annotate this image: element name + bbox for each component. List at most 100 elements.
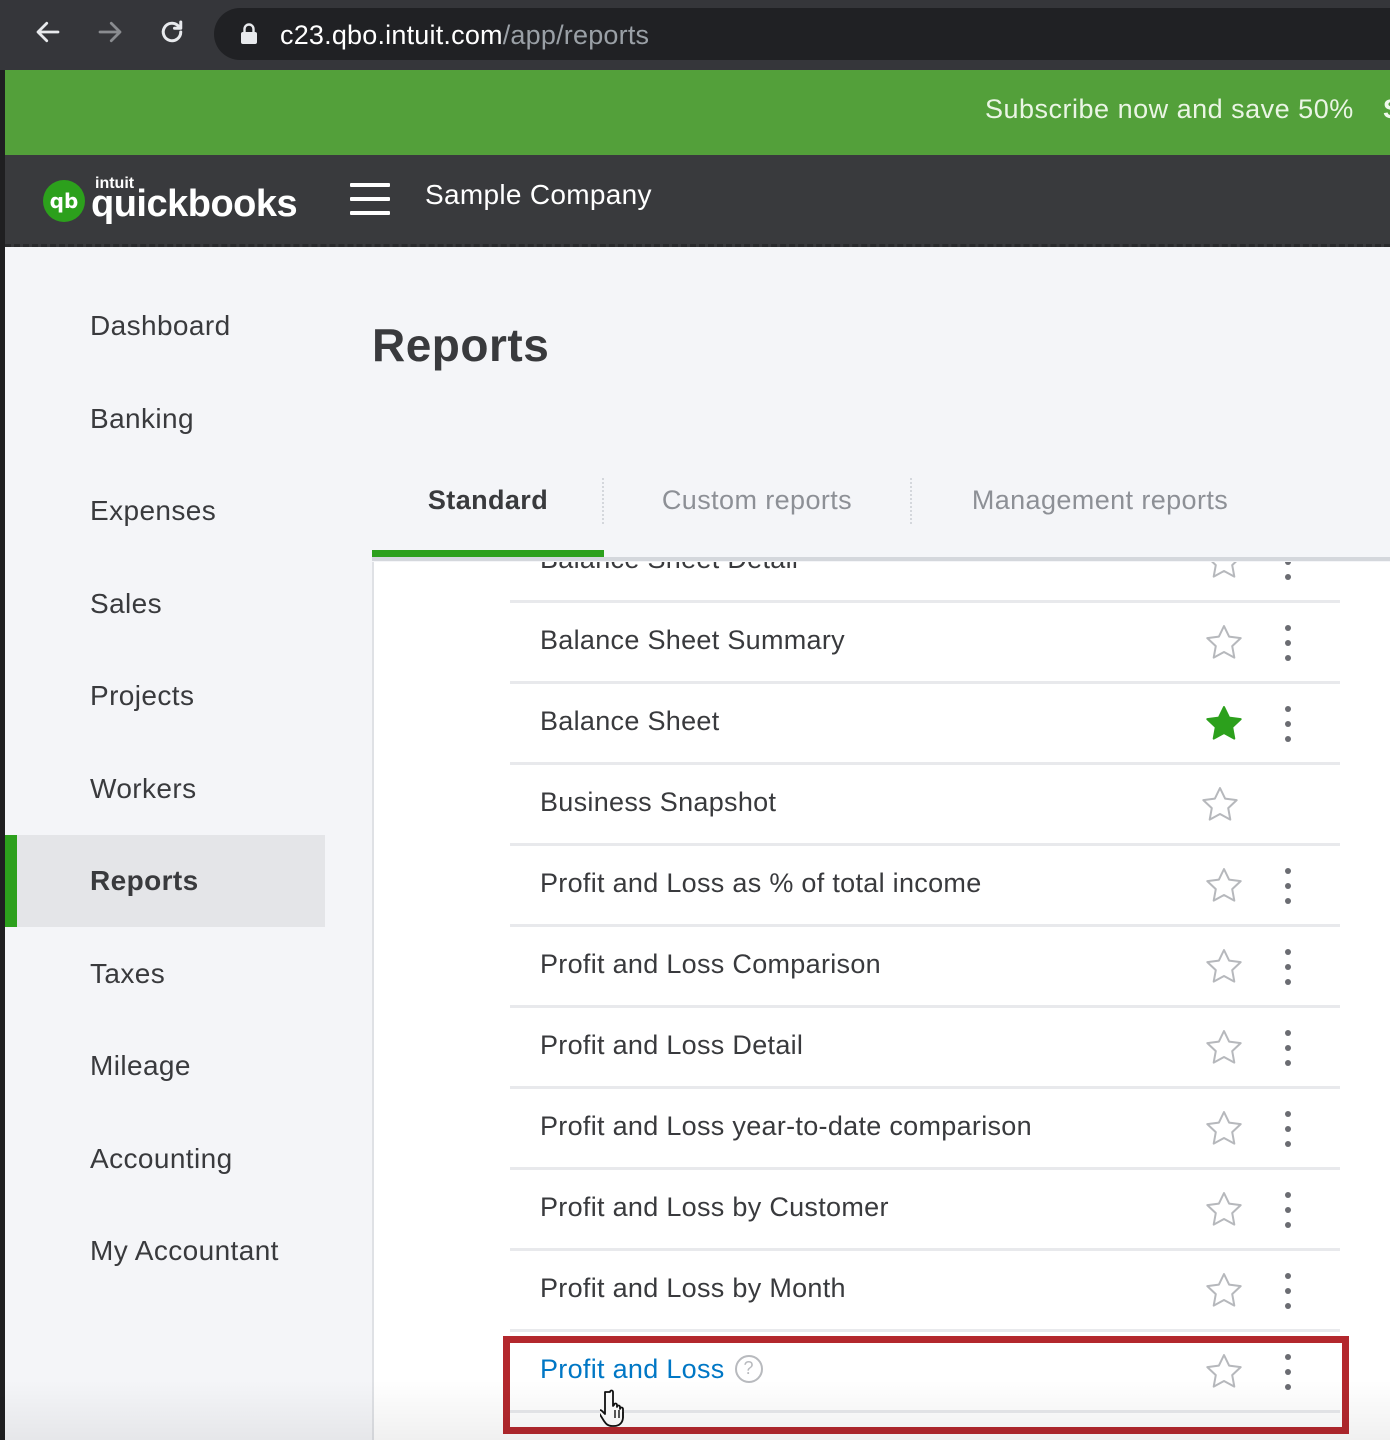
star-icon[interactable]: [1200, 785, 1240, 825]
star-icon[interactable]: [1204, 1190, 1244, 1230]
sidebar-item-label: Reports: [90, 865, 199, 896]
report-label[interactable]: Balance Sheet: [540, 706, 720, 737]
report-label[interactable]: Business Snapshot: [540, 787, 776, 818]
arrow-left-icon: [36, 21, 60, 43]
report-name: Profit and Loss as % of total income: [540, 868, 982, 898]
address-bar[interactable]: c23.qbo.intuit.com/app/reports: [214, 8, 1390, 60]
tab-management-reports[interactable]: Management reports: [932, 470, 1268, 530]
sidebar-item-label: Taxes: [90, 958, 166, 989]
more-options-icon[interactable]: [1284, 949, 1292, 985]
promo-extra-text[interactable]: S: [1383, 94, 1390, 125]
report-row[interactable]: Profit and Loss year-to-date comparison: [510, 1089, 1340, 1170]
sidebar-item-taxes[interactable]: Taxes: [5, 928, 325, 1020]
url-host: c23.qbo.intuit.com: [280, 20, 503, 50]
report-label[interactable]: Profit and Loss year-to-date comparison: [540, 1111, 1032, 1142]
report-row[interactable]: Profit and Loss as % of total income: [510, 846, 1340, 927]
more-options-icon[interactable]: [1284, 1030, 1292, 1066]
sidebar-item-expenses[interactable]: Expenses: [5, 465, 325, 557]
report-row[interactable]: Profit and Loss by Month: [510, 1251, 1340, 1332]
menu-icon[interactable]: [350, 183, 390, 215]
report-label[interactable]: Balance Sheet Summary: [540, 625, 845, 656]
sidebar-item-accounting[interactable]: Accounting: [5, 1113, 325, 1205]
quickbooks-logo[interactable]: qb intuit quickbooks: [43, 175, 298, 225]
report-label[interactable]: Profit and Loss Detail: [540, 1030, 803, 1061]
reload-button[interactable]: [154, 14, 190, 50]
sidebar: Dashboard Banking Expenses Sales Project…: [5, 250, 325, 1440]
report-label[interactable]: Balance Sheet Detail: [540, 562, 798, 575]
report-name: Profit and Loss Detail: [540, 1030, 804, 1060]
back-button[interactable]: [30, 14, 66, 50]
report-name: Balance Sheet: [540, 706, 720, 736]
forward-button[interactable]: [92, 14, 128, 50]
tab-label: Standard: [427, 484, 549, 515]
sidebar-item-mileage[interactable]: Mileage: [5, 1020, 325, 1112]
tab-standard[interactable]: Standard: [372, 470, 604, 530]
report-name: Profit and Loss by Month: [540, 1273, 846, 1303]
sidebar-item-label: Sales: [90, 588, 163, 619]
report-row[interactable]: Balance Sheet Summary: [510, 603, 1340, 684]
report-name: Balance Sheet Summary: [540, 625, 845, 655]
sidebar-item-label: Accounting: [90, 1143, 233, 1174]
star-icon[interactable]: [1204, 947, 1244, 987]
sidebar-item-sales[interactable]: Sales: [5, 558, 325, 650]
report-label[interactable]: Profit and Loss by Customer: [540, 1192, 889, 1223]
more-options-icon[interactable]: [1284, 625, 1292, 661]
active-tab-indicator: [372, 550, 604, 557]
star-filled-icon[interactable]: [1204, 704, 1244, 744]
more-options-icon[interactable]: [1284, 1273, 1292, 1309]
tab-label: Management reports: [971, 484, 1229, 515]
reload-icon: [161, 20, 183, 43]
report-name: Balance Sheet Detail: [540, 562, 798, 574]
tab-label: Custom reports: [661, 484, 853, 515]
qb-logo-icon: qb: [43, 180, 85, 222]
report-row[interactable]: Profit and Loss Detail: [510, 1008, 1340, 1089]
report-row[interactable]: Business Snapshot: [510, 765, 1340, 846]
report-row[interactable]: Profit and Loss by Customer: [510, 1170, 1340, 1251]
star-icon[interactable]: [1204, 1028, 1244, 1068]
report-name: Profit and Loss Comparison: [540, 949, 881, 979]
url-path: /app/reports: [502, 20, 650, 50]
tab-custom-reports[interactable]: Custom reports: [604, 470, 910, 530]
report-name: Business Snapshot: [540, 787, 777, 817]
more-options-icon[interactable]: [1284, 868, 1292, 904]
star-icon[interactable]: [1204, 1109, 1244, 1149]
report-label[interactable]: Profit and Loss by Month: [540, 1273, 846, 1304]
logo-wordmark: intuit quickbooks: [91, 175, 298, 225]
more-options-icon[interactable]: [1284, 562, 1292, 580]
hand-cursor-icon: [600, 1389, 624, 1427]
star-icon[interactable]: [1204, 623, 1244, 663]
more-options-icon[interactable]: [1284, 1192, 1292, 1228]
sidebar-item-banking[interactable]: Banking: [5, 373, 325, 465]
sidebar-item-label: Mileage: [90, 1050, 191, 1081]
more-options-icon[interactable]: [1284, 706, 1292, 742]
url-text: c23.qbo.intuit.com/app/reports: [280, 20, 649, 51]
star-icon[interactable]: [1204, 866, 1244, 906]
sidebar-item-label: Projects: [90, 680, 195, 711]
report-row[interactable]: Profit and Loss Comparison: [510, 927, 1340, 1008]
star-icon[interactable]: [1204, 1271, 1244, 1311]
tab-divider: [910, 478, 912, 524]
sidebar-item-label: Workers: [90, 773, 197, 804]
sidebar-item-label: Banking: [90, 403, 194, 434]
lock-icon: [241, 23, 257, 44]
app-header: qb intuit quickbooks Sample Company: [5, 155, 1390, 247]
sidebar-item-projects[interactable]: Projects: [5, 650, 325, 742]
report-row[interactable]: Balance Sheet Detail: [510, 562, 1340, 603]
report-label[interactable]: Profit and Loss as % of total income: [540, 868, 982, 899]
promo-text[interactable]: Subscribe now and save 50%: [985, 94, 1354, 125]
logo-quickbooks: quickbooks: [91, 183, 298, 225]
report-tabs: Standard Custom reports Management repor…: [372, 470, 1390, 561]
company-name: Sample Company: [425, 179, 652, 210]
sidebar-item-workers[interactable]: Workers: [5, 743, 325, 835]
sidebar-item-reports[interactable]: Reports: [5, 835, 325, 927]
tab-rule: [372, 557, 1390, 561]
promo-banner: Subscribe now and save 50% S: [5, 70, 1390, 155]
sidebar-item-label: My Accountant: [90, 1235, 279, 1266]
arrow-right-icon: [98, 21, 122, 43]
report-label[interactable]: Profit and Loss Comparison: [540, 949, 881, 980]
star-icon[interactable]: [1204, 562, 1244, 582]
sidebar-item-my-accountant[interactable]: My Accountant: [5, 1205, 325, 1297]
more-options-icon[interactable]: [1284, 1111, 1292, 1147]
sidebar-item-dashboard[interactable]: Dashboard: [5, 280, 325, 372]
report-row[interactable]: Balance Sheet: [510, 684, 1340, 765]
